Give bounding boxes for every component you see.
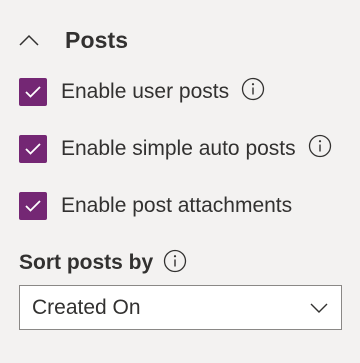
sort-posts-label-row: Sort posts by [19,248,187,278]
option-enable-simple-auto-posts: Enable simple auto posts [19,134,332,164]
checkmark-icon [25,86,41,98]
posts-settings-panel: Posts Enable user posts Enable simple au… [0,0,360,363]
enable-user-posts-checkbox[interactable] [19,78,47,106]
chevron-up-icon[interactable] [18,29,40,51]
info-icon[interactable] [308,134,332,158]
option-enable-user-posts: Enable user posts [19,77,265,107]
info-icon[interactable] [241,77,265,101]
enable-post-attachments-label: Enable post attachments [61,194,293,217]
sort-posts-dropdown[interactable]: Created On [19,285,342,330]
chevron-down-icon [307,296,331,320]
sort-posts-selected-value: Created On [32,295,141,319]
enable-post-attachments-checkbox[interactable] [19,192,47,220]
option-enable-post-attachments: Enable post attachments [19,191,292,221]
checkmark-icon [25,143,41,155]
section-title: Posts [65,26,129,53]
enable-simple-auto-posts-checkbox[interactable] [19,135,47,163]
posts-section-header[interactable]: Posts [18,24,128,56]
enable-simple-auto-posts-label: Enable simple auto posts [61,137,296,160]
sort-posts-label: Sort posts by [19,251,154,274]
checkmark-icon [25,200,41,212]
enable-user-posts-label: Enable user posts [61,80,230,103]
info-icon[interactable] [163,249,187,273]
